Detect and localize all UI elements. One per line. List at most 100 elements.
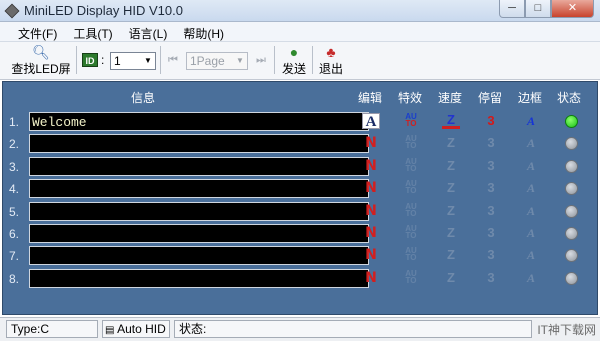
message-grid: 信息 编辑 特效 速度 停留 边框 状态 1. Welcome A AU TO Z 3 A 2.… [2,81,598,315]
edit-icon[interactable]: N [362,270,380,286]
effect-icon[interactable]: AU TO [402,157,420,174]
header-edit: 编辑 [358,91,383,105]
speed-icon[interactable]: Z [442,158,460,174]
message-text-field[interactable] [29,246,369,266]
effect-icon[interactable]: AU TO [402,269,420,286]
row-number: 4. [9,182,20,197]
send-label: 发送 [281,62,306,76]
stay-icon[interactable]: 3 [482,203,500,219]
menu-language[interactable]: 语言(L) [121,22,176,41]
border-icon[interactable]: A [522,180,540,196]
message-text-field[interactable] [29,201,369,221]
type-panel: Type:C [6,320,98,338]
id-select[interactable]: 1 ▼ [110,52,156,70]
row-number: 8. [9,271,20,286]
menu-bar: 文件(F) 工具(T) 语言(L) 帮助(H) [0,22,600,42]
status-indicator-icon [565,249,578,263]
watermark: IT神下载网 [537,323,596,337]
row-number: 3. [9,159,20,174]
message-text-field[interactable] [29,179,369,199]
message-text-field[interactable] [29,156,369,176]
speed-icon[interactable]: Z [442,113,460,129]
effect-to-text: TO [405,163,417,173]
row-number: 6. [9,227,20,241]
speed-icon[interactable]: Z [442,225,460,241]
app-icon [4,3,20,19]
status-indicator-icon [565,271,578,285]
status-indicator-icon [565,182,578,196]
effect-icon[interactable]: AU TO [402,113,420,129]
border-icon[interactable]: A [522,113,540,129]
stay-icon[interactable]: 3 [482,158,500,174]
speed-icon[interactable]: Z [442,270,460,286]
effect-icon[interactable]: AU TO [402,247,420,263]
last-page-icon[interactable]: ⏭︎ [256,54,266,67]
stay-icon[interactable]: 3 [482,247,500,263]
effect-to-text: TO [405,186,417,196]
edit-icon[interactable]: A [362,113,380,130]
message-text-field[interactable] [29,268,369,288]
edit-icon[interactable]: N [362,203,380,219]
speed-icon[interactable]: Z [442,247,460,263]
find-led-button[interactable]: 🔍︎ 查找LED屏 [10,44,72,78]
message-text-field[interactable] [29,224,369,243]
minimize-button[interactable]: ─ [499,0,525,18]
border-icon[interactable]: A [522,247,540,263]
toolbar-separator [312,46,313,74]
exit-label: 退出 [318,62,343,76]
window-title: MiniLED Display HID V10.0 [24,3,183,18]
effect-to-text: TO [405,253,417,263]
message-text-field[interactable]: Welcome [29,112,369,131]
page-select-value: 1Page [190,54,225,68]
header-effect: 特效 [398,91,423,105]
status-indicator-icon [565,137,578,151]
menu-help[interactable]: 帮助(H) [175,22,232,41]
chevron-down-icon: ▼ [236,56,244,65]
header-speed: 速度 [438,91,463,105]
header-info: 信息 [131,91,156,105]
stay-icon[interactable]: 3 [482,113,500,129]
status-indicator-icon [565,227,578,240]
toolbar-separator [274,46,275,74]
row-number: 2. [9,137,20,152]
edit-icon[interactable]: N [362,247,380,263]
effect-icon[interactable]: AU TO [402,202,420,219]
stay-icon[interactable]: 3 [482,180,500,196]
message-text-field[interactable] [29,134,369,154]
speed-icon[interactable]: Z [442,180,460,196]
exit-icon: ♣ [326,44,336,60]
border-icon[interactable]: A [522,158,540,174]
exit-button[interactable]: ♣ 退出 [317,44,345,78]
toolbar-separator [160,46,161,74]
effect-icon[interactable]: AU TO [402,180,420,196]
menu-file[interactable]: 文件(F) [10,22,65,41]
effect-icon[interactable]: AU TO [402,225,420,241]
message-text: Welcome [32,115,87,130]
first-page-icon[interactable]: ⏮︎ [168,54,178,67]
border-icon[interactable]: A [522,135,540,151]
border-icon[interactable]: A [522,270,540,286]
edit-icon[interactable]: N [362,135,380,151]
stay-icon[interactable]: 3 [482,225,500,241]
stay-icon[interactable]: 3 [482,135,500,151]
stay-icon[interactable]: 3 [482,270,500,286]
usb-icon: ▤ [105,325,115,336]
edit-icon[interactable]: N [362,158,380,174]
maximize-button[interactable]: □ [525,0,551,18]
edit-icon[interactable]: N [362,180,380,196]
chevron-down-icon: ▼ [144,56,152,65]
mode-label: Auto HID [117,322,166,336]
magnifier-icon: 🔍︎ [32,44,50,60]
effect-icon[interactable]: AU TO [402,135,420,151]
speed-icon[interactable]: Z [442,135,460,151]
border-icon[interactable]: A [522,203,540,219]
close-button[interactable]: ✕ [551,0,594,18]
border-icon[interactable]: A [522,225,540,241]
edit-icon[interactable]: N [362,225,380,241]
page-select[interactable]: 1Page ▼ [186,52,248,70]
speed-icon[interactable]: Z [442,203,460,219]
send-button[interactable]: ● 发送 [280,44,308,78]
menu-tools[interactable]: 工具(T) [65,22,120,41]
send-icon: ● [289,44,299,60]
header-stay: 停留 [478,91,503,105]
